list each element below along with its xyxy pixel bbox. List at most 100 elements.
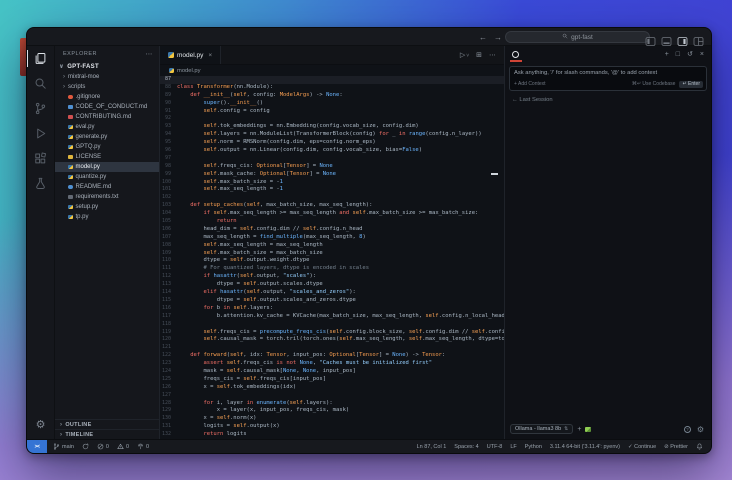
code-line[interactable]: 116 for b in self.layers: [160,305,504,313]
add-model-button[interactable]: + [577,426,581,433]
file-item[interactable]: quantize.py [55,172,159,182]
activity-run-debug-icon[interactable] [27,121,55,146]
section-timeline[interactable]: ›TIMELINE [55,429,159,439]
status-language-mode[interactable]: Python [525,444,542,450]
use-codebase-hint[interactable]: ⌘↵ Use Codebase [632,81,676,87]
code-line[interactable]: 124 mask = self.causal_mask[None, None, … [160,368,504,376]
nav-back-icon[interactable]: ← [479,33,487,42]
code-line[interactable]: 123 assert self.freqs_cis is not None, "… [160,360,504,368]
code-line[interactable]: 109 self.max_batch_size = max_batch_size [160,250,504,258]
code-line[interactable]: 95 self.norm = RMSNorm(config.dim, eps=c… [160,139,504,147]
status-problems-errors[interactable]: 0 [97,443,109,450]
code-line[interactable]: 92 [160,115,504,123]
code-line[interactable]: 102 [160,194,504,202]
code-line[interactable]: 98 self.freqs_cis: Optional[Tensor] = No… [160,163,504,171]
status-encoding[interactable]: UTF-8 [487,444,503,450]
code-line[interactable]: 126 x = self.tok_embeddings(idx) [160,384,504,392]
activity-source-control-icon[interactable] [27,96,55,121]
nav-forward-icon[interactable]: → [494,33,502,42]
status-ports[interactable]: 0 [137,443,149,450]
code-line[interactable]: 97 [160,155,504,163]
status-prettier-status[interactable]: ⊘ Prettier [664,444,688,450]
code-line[interactable]: 118 [160,321,504,329]
root-folder[interactable]: ∨ GPT-FAST [55,62,159,72]
code-line[interactable]: 93 self.tok_embeddings = nn.Embedding(co… [160,123,504,131]
image-attach-icon[interactable] [585,427,591,432]
file-item[interactable]: setup.py [55,202,159,212]
code-line[interactable]: 115 dtype = self.output.scales_and_zeros… [160,297,504,305]
continue-settings-icon[interactable]: ⚙ [697,425,704,434]
code-line[interactable]: 110 dtype = self.output.weight.dtype [160,257,504,265]
toggle-panel-icon[interactable] [661,33,672,42]
remote-indicator[interactable]: >< [27,440,47,453]
customize-layout-icon[interactable] [693,33,704,42]
file-item[interactable]: requirements.txt [55,192,159,202]
code-line[interactable]: 113 dtype = self.output.scales.dtype [160,281,504,289]
close-panel-icon[interactable]: × [700,51,704,58]
history-icon[interactable]: ↺ [687,50,693,58]
code-line[interactable]: 89 def __init__(self, config: ModelArgs)… [160,92,504,100]
status-python-interpreter[interactable]: 3.11.4 64-bit ('3.11.4': pyenv) [550,444,620,450]
status-continue-status[interactable]: ✓ Continue [628,444,656,450]
split-editor[interactable]: ⊞ [476,51,482,59]
code-line[interactable]: 119 self.freqs_cis = precompute_freqs_ci… [160,329,504,337]
tab-close-icon[interactable]: × [208,52,212,59]
toggle-primary-sidebar-icon[interactable] [645,33,656,42]
file-item[interactable]: CONTRIBUTING.md [55,112,159,122]
code-line[interactable]: 132 return logits [160,431,504,439]
code-line[interactable]: 105 return [160,218,504,226]
last-session-link[interactable]: ← Last Session [505,91,711,109]
file-item[interactable]: ›mixtral-moe [55,72,159,82]
file-item[interactable]: eval.py [55,122,159,132]
status-git-branch[interactable]: main [53,443,74,450]
status-eol[interactable]: LF [510,444,516,450]
help-icon[interactable]: ? [684,426,691,433]
code-line[interactable]: 107 max_seq_length = find_multiple(max_s… [160,234,504,242]
status-cursor-position[interactable]: Ln 87, Col 1 [417,444,447,450]
toggle-secondary-sidebar-icon[interactable] [677,33,688,42]
file-item[interactable]: CODE_OF_CONDUCT.md [55,102,159,112]
file-item[interactable]: ›scripts [55,82,159,92]
code-line[interactable]: 87 [160,76,504,84]
code-line[interactable]: 131 logits = self.output(x) [160,423,504,431]
code-line[interactable]: 94 self.layers = nn.ModuleList(Transform… [160,131,504,139]
code-line[interactable]: 111 # For quantized layers, dtype is enc… [160,265,504,273]
new-session-icon[interactable]: + [665,51,669,58]
code-line[interactable]: 90 super().__init__() [160,100,504,108]
code-line[interactable]: 130 x = self.norm(x) [160,415,504,423]
code-line[interactable]: 114 elif hasattr(self.output, "scales_an… [160,289,504,297]
code-line[interactable]: 127 [160,392,504,400]
settings-gear-icon[interactable]: ⚙ [36,417,46,431]
more-actions[interactable]: ⋯ [489,51,496,59]
file-item[interactable]: model.py [55,162,159,172]
file-item[interactable]: .gitignore [55,92,159,102]
status-notifications[interactable] [696,443,703,450]
code-line[interactable]: 101 self.max_seq_length = -1 [160,186,504,194]
code-line[interactable]: 117 b.attention.kv_cache = KVCache(max_b… [160,313,504,321]
command-center-search[interactable]: gpt-fast [505,31,650,43]
code-line[interactable]: 91 self.config = config [160,108,504,116]
code-line[interactable]: 99 self.mask_cache: Optional[Tensor] = N… [160,171,504,179]
title-bar[interactable]: ← → gpt-fast [27,28,711,46]
activity-extensions-icon[interactable] [27,146,55,171]
status-sync[interactable] [82,443,89,450]
explorer-more-icon[interactable]: ⋯ [146,50,154,58]
status-problems-warnings[interactable]: 0 [117,443,129,450]
file-item[interactable]: tp.py [55,212,159,222]
add-context-button[interactable]: + Add Context [514,81,546,87]
breadcrumb[interactable]: model.py [160,65,504,76]
code-line[interactable]: 108 self.max_seq_length = max_seq_length [160,242,504,250]
code-line[interactable]: 103 def setup_caches(self, max_batch_siz… [160,202,504,210]
code-line[interactable]: 120 self.causal_mask = torch.tril(torch.… [160,336,504,344]
chat-input[interactable]: Ask anything, '/' for slash commands, '@… [509,66,707,91]
section-outline[interactable]: ›OUTLINE [55,419,159,429]
file-item[interactable]: GPTQ.py [55,142,159,152]
code-line[interactable]: 122 def forward(self, idx: Tensor, input… [160,352,504,360]
activity-explorer-icon[interactable] [27,46,55,71]
file-item[interactable]: README.md [55,182,159,192]
file-item[interactable]: generate.py [55,132,159,142]
code-line[interactable]: 100 self.max_batch_size = -1 [160,179,504,187]
tab-model-py[interactable]: model.py × [160,46,221,64]
activity-search-icon[interactable] [27,71,55,96]
code-line[interactable]: 112 if hasattr(self.output, "scales"): [160,273,504,281]
